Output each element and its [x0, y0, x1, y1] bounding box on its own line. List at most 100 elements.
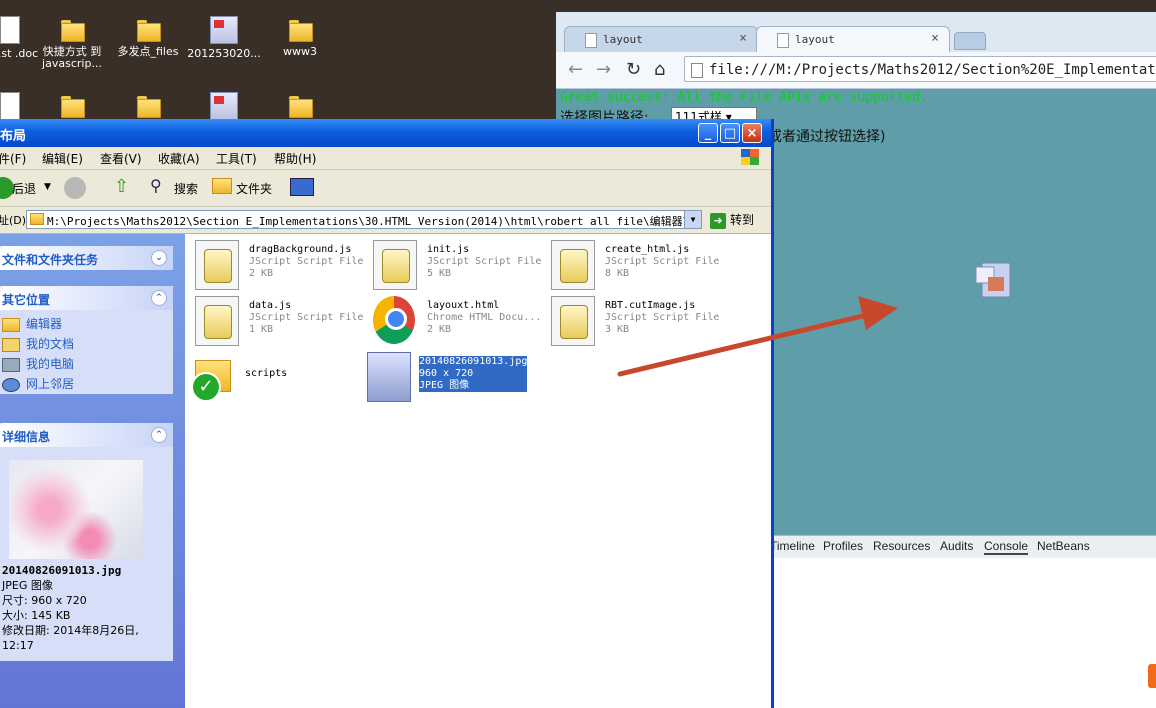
devtools-tab-audits[interactable]: Audits — [940, 539, 973, 553]
file-item-selected[interactable]: 20140826091013.jpg 960 x 720 JPEG 图像 — [367, 352, 537, 404]
close-tab-icon[interactable]: × — [739, 31, 747, 46]
file-size: 3 KB — [605, 324, 630, 335]
detail-modified: 修改日期: 2014年8月26日, 12:17 — [2, 624, 139, 652]
views-icon[interactable] — [290, 178, 314, 196]
search-icon[interactable]: ⚲ — [150, 176, 162, 195]
menu-tools[interactable]: 工具(T) — [216, 150, 257, 167]
devtools-tab-resources[interactable]: Resources — [873, 539, 930, 553]
folder-icon — [2, 318, 20, 332]
file-name: 20140826091013.jpg — [419, 356, 528, 367]
desktop-icon-row2[interactable] — [260, 92, 340, 122]
js-script-icon — [195, 296, 239, 346]
chevron-down-icon[interactable]: ▼ — [684, 211, 701, 228]
folders-icon — [212, 178, 232, 194]
devtools-tab-netbeans[interactable]: NetBeans — [1037, 539, 1090, 553]
menu-edit[interactable]: 编辑(E) — [42, 150, 83, 167]
tasks-panel-header[interactable]: 文件和文件夹任务 ⌄ — [0, 246, 173, 270]
forward-arrow-icon[interactable]: → — [596, 59, 611, 80]
standard-toolbar: 后退 ▼ ⇧ ⚲ 搜索 文件夹 — [0, 170, 771, 207]
places-panel-header[interactable]: 其它位置 ⌃ — [0, 286, 173, 310]
file-name: layouxt.html — [427, 300, 500, 311]
js-script-icon — [195, 240, 239, 290]
file-name: create_html.js — [605, 244, 690, 255]
close-icon[interactable]: × — [742, 123, 762, 143]
window-title: 布局 — [0, 129, 27, 144]
detail-filename: 20140826091013.jpg — [2, 564, 122, 577]
close-tab-icon[interactable]: × — [931, 31, 939, 46]
folder-icon — [59, 92, 85, 118]
back-button-label[interactable]: 后退 — [12, 180, 36, 197]
file-size: 5 KB — [427, 268, 452, 279]
file-item[interactable]: init.js JScript Script File 5 KB — [373, 240, 543, 292]
detail-dimensions: 尺寸: 960 x 720 — [2, 594, 87, 607]
place-link-network[interactable]: 网上邻居 — [0, 374, 173, 394]
desktop-icon-row2[interactable] — [32, 92, 112, 122]
desktop-icon-files[interactable]: 多发点_files — [108, 16, 188, 58]
file-name: scripts — [245, 368, 288, 379]
desktop-icon-www3[interactable]: www3 — [260, 16, 340, 58]
place-link-documents[interactable]: 我的文档 — [0, 334, 173, 354]
new-tab-button[interactable] — [954, 32, 986, 50]
file-name: dragBackground.js — [249, 244, 352, 255]
devtools-tab-console[interactable]: Console — [984, 539, 1029, 555]
go-label: 转到 — [730, 213, 755, 227]
folder-icon — [287, 16, 313, 42]
document-icon — [0, 92, 20, 120]
address-toolbar: 址(D) M:\Projects\Maths2012\Section E_Imp… — [0, 207, 771, 234]
network-icon — [2, 378, 20, 392]
tasks-panel: 文件和文件夹任务 ⌄ — [0, 246, 173, 270]
file-dimensions: 960 x 720 — [419, 368, 474, 379]
search-button[interactable]: 搜索 — [174, 180, 198, 197]
file-item[interactable]: data.js JScript Script File 1 KB — [195, 296, 365, 348]
address-field[interactable]: M:\Projects\Maths2012\Section E_Implemen… — [26, 210, 702, 229]
expand-chevron-icon[interactable]: ⌄ — [151, 250, 167, 266]
menu-file[interactable]: 件(F) — [0, 150, 26, 167]
maximize-icon[interactable]: □ — [720, 123, 740, 143]
chevron-down-icon[interactable]: ▼ — [44, 182, 51, 192]
menu-favorites[interactable]: 收藏(A) — [158, 150, 200, 167]
home-icon[interactable]: ⌂ — [654, 59, 665, 80]
menu-help[interactable]: 帮助(H) — [274, 150, 316, 167]
menu-view[interactable]: 查看(V) — [100, 150, 142, 167]
folders-button[interactable]: 文件夹 — [236, 180, 272, 197]
file-type: JPEG 图像 — [419, 380, 470, 391]
panel-title: 其它位置 — [2, 293, 51, 307]
minimize-icon[interactable]: _ — [698, 123, 718, 143]
details-panel-header[interactable]: 详细信息 ⌃ — [0, 423, 173, 447]
my-documents-icon — [2, 338, 20, 352]
go-button[interactable]: ➜ 转到 — [710, 211, 754, 229]
file-item[interactable]: dragBackground.js JScript Script File 2 KB — [195, 240, 365, 292]
notification-icon[interactable] — [1148, 664, 1156, 688]
file-item[interactable]: scripts — [191, 352, 361, 404]
desktop-icon-ppt[interactable]: 201253020... — [184, 16, 264, 60]
collapse-chevron-icon[interactable]: ⌃ — [151, 290, 167, 306]
folder-icon — [287, 92, 313, 118]
place-link-computer[interactable]: 我的电脑 — [0, 354, 173, 374]
browser-tab-active[interactable]: layout × — [756, 26, 950, 52]
devtools-tab-timeline[interactable]: Timeline — [770, 539, 815, 553]
place-link-editor[interactable]: 编辑器 — [0, 314, 173, 334]
file-item[interactable]: create_html.js JScript Script File 8 KB — [551, 240, 721, 292]
desktop-icon-label: 快捷方式 到 javascrip... — [42, 45, 102, 70]
back-arrow-icon[interactable]: ← — [568, 59, 583, 80]
file-name: RBT.cutImage.js — [605, 300, 696, 311]
address-bar[interactable]: file:///M:/Projects/Maths2012/Section%20… — [684, 56, 1156, 82]
drag-hint-text: 或者通过按钮选择) — [768, 129, 886, 145]
file-item[interactable]: RBT.cutImage.js JScript Script File 3 KB — [551, 296, 721, 348]
desktop-icon-shortcut[interactable]: 快捷方式 到 javascrip... — [32, 16, 112, 70]
dragged-jpeg-icon — [975, 262, 1011, 298]
devtools-tab-profiles[interactable]: Profiles — [823, 539, 863, 553]
document-icon — [0, 16, 20, 44]
folder-synced-icon — [191, 352, 233, 402]
reload-icon[interactable]: ↻ — [626, 59, 641, 80]
js-script-icon — [551, 296, 595, 346]
file-type: Chrome HTML Docu... — [427, 312, 542, 323]
desktop-icon-row2[interactable] — [108, 92, 188, 122]
forward-arrow-icon[interactable] — [64, 177, 86, 199]
explorer-titlebar[interactable]: 布局 _ □ × — [0, 119, 771, 147]
browser-tab[interactable]: layout × — [564, 26, 758, 52]
place-label: 网上邻居 — [26, 377, 75, 391]
up-folder-icon[interactable]: ⇧ — [114, 176, 129, 197]
file-item[interactable]: layouxt.html Chrome HTML Docu... 2 KB — [373, 296, 543, 348]
collapse-chevron-icon[interactable]: ⌃ — [151, 427, 167, 443]
